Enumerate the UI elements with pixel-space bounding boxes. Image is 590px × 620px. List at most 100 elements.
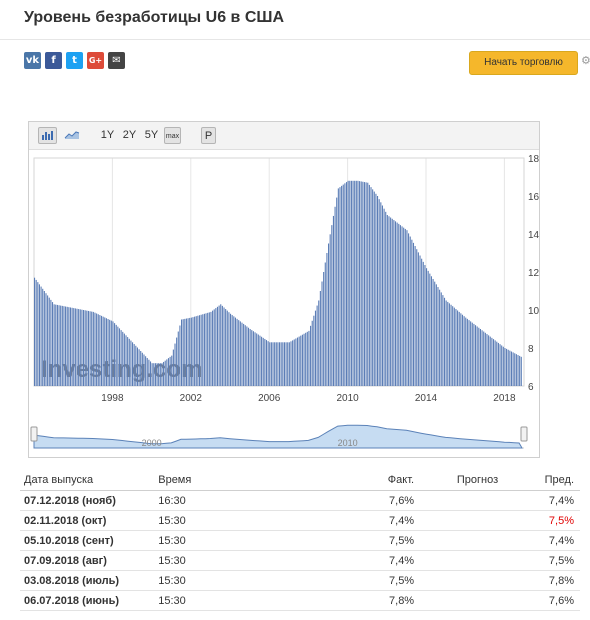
bar: [341, 185, 343, 386]
x-tick-label: 2010: [336, 393, 359, 404]
bar: [47, 295, 49, 386]
bar: [69, 307, 72, 386]
bar: [91, 311, 93, 386]
bar: [510, 351, 513, 386]
bar: [140, 351, 142, 386]
bar: [207, 312, 209, 386]
header-previous[interactable]: Пред.: [501, 470, 580, 491]
y-tick-label: 16: [528, 192, 539, 203]
navigator-handle-left[interactable]: [30, 426, 38, 442]
table-row: 05.10.2018 (сент) 15:30 7,5% 7,4%: [20, 530, 580, 551]
period-5y[interactable]: 5Y: [143, 127, 160, 144]
previous-value: 7,4%: [501, 490, 580, 511]
bar: [368, 184, 370, 386]
bar: [143, 354, 145, 386]
bar: [78, 309, 80, 386]
bar: [301, 334, 303, 386]
bar: [401, 226, 403, 386]
bar: [231, 315, 233, 386]
x-tick-label: 2002: [180, 393, 203, 404]
previous-value: 7,6%: [501, 590, 580, 611]
p-button[interactable]: P: [201, 127, 216, 144]
bar: [501, 345, 503, 386]
bar: [277, 342, 279, 386]
bar: [117, 326, 119, 386]
header-time[interactable]: Время: [155, 470, 306, 491]
bar: [164, 360, 166, 386]
bar: [350, 180, 352, 386]
bar: [118, 328, 121, 386]
bar: [352, 180, 354, 386]
bar: [391, 218, 393, 386]
previous-value: 7,5%: [501, 550, 580, 571]
bar: [146, 357, 148, 386]
bar: [331, 225, 333, 386]
google-plus-icon[interactable]: G+: [87, 52, 104, 69]
actual-value: 7,4%: [305, 550, 418, 571]
bar: [167, 358, 170, 386]
bar: [514, 353, 516, 386]
vk-icon[interactable]: vk: [24, 52, 41, 69]
bar: [197, 315, 199, 386]
bar: [53, 304, 55, 386]
bar: [252, 331, 254, 386]
facebook-icon[interactable]: f: [45, 52, 62, 69]
bar: [373, 191, 375, 386]
bar: [189, 317, 191, 386]
bar: [274, 342, 276, 386]
bar: [79, 309, 81, 386]
bar: [151, 363, 153, 386]
period-1y[interactable]: 1Y: [99, 127, 116, 144]
bar: [225, 309, 227, 386]
bar: [491, 337, 493, 386]
bar: [439, 289, 441, 386]
bar: [249, 329, 251, 386]
bar: [370, 187, 372, 386]
release-history-table: Дата выпуска Время Факт. Прогноз Пред. 0…: [20, 470, 580, 611]
start-trading-button[interactable]: Начать торговлю: [469, 51, 578, 75]
settings-icon[interactable]: ⚙: [581, 54, 590, 68]
bar: [486, 334, 488, 386]
period-max[interactable]: max: [164, 127, 181, 144]
bar: [363, 182, 366, 386]
twitter-icon[interactable]: t: [66, 52, 83, 69]
bar: [383, 208, 385, 386]
actual-value: 7,5%: [305, 530, 418, 551]
bar: [66, 306, 68, 386]
table-header-row: Дата выпуска Время Факт. Прогноз Пред.: [20, 470, 580, 491]
bar: [442, 295, 444, 386]
bar: [133, 344, 135, 386]
header-date[interactable]: Дата выпуска: [20, 470, 156, 491]
y-tick-label: 14: [528, 230, 539, 241]
area-chart-toggle-icon[interactable]: [62, 127, 82, 144]
bar: [128, 338, 130, 386]
navigator-handle-right[interactable]: [520, 426, 528, 442]
bar: [130, 340, 132, 386]
bar: [176, 337, 178, 386]
bar: [230, 313, 232, 386]
bar: [504, 348, 506, 386]
bar: [311, 320, 313, 386]
bar-chart-toggle-icon[interactable]: [38, 127, 57, 144]
bar: [314, 310, 317, 386]
bar: [244, 325, 246, 386]
bar: [288, 342, 290, 386]
bar: [84, 310, 86, 386]
bar: [517, 355, 519, 386]
header-actual[interactable]: Факт.: [305, 470, 418, 491]
bar: [96, 313, 98, 386]
x-tick-label: 2006: [258, 393, 281, 404]
mail-icon[interactable]: ✉: [108, 52, 125, 69]
bar: [306, 331, 308, 386]
header-forecast[interactable]: Прогноз: [417, 470, 502, 491]
bar: [50, 299, 52, 386]
bar: [97, 314, 99, 386]
y-tick-label: 18: [528, 154, 539, 165]
release-date: 06.07.2018 (июнь): [20, 590, 156, 611]
bar: [496, 341, 498, 386]
period-2y[interactable]: 2Y: [121, 127, 138, 144]
bar: [396, 222, 398, 386]
bar: [347, 180, 349, 386]
bar: [136, 347, 138, 386]
bar: [71, 307, 73, 386]
